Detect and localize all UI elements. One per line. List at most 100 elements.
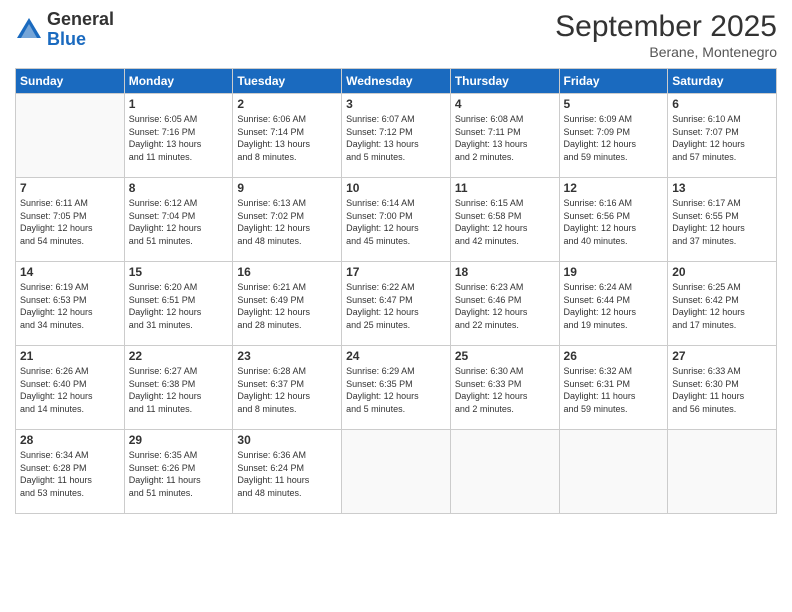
day-info: Sunrise: 6:24 AM Sunset: 6:44 PM Dayligh… [564, 281, 664, 331]
day-info: Sunrise: 6:05 AM Sunset: 7:16 PM Dayligh… [129, 113, 229, 163]
day-info: Sunrise: 6:26 AM Sunset: 6:40 PM Dayligh… [20, 365, 120, 415]
weekday-header-tuesday: Tuesday [233, 69, 342, 94]
day-number: 19 [564, 265, 664, 279]
day-number: 21 [20, 349, 120, 363]
calendar-cell: 13Sunrise: 6:17 AM Sunset: 6:55 PM Dayli… [668, 178, 777, 262]
calendar-cell: 15Sunrise: 6:20 AM Sunset: 6:51 PM Dayli… [124, 262, 233, 346]
day-info: Sunrise: 6:25 AM Sunset: 6:42 PM Dayligh… [672, 281, 772, 331]
day-number: 26 [564, 349, 664, 363]
calendar-cell: 6 Sunrise: 6:10 AM Sunset: 7:07 PM Daylig… [668, 94, 777, 178]
week-row-1: 1 Sunrise: 6:05 AM Sunset: 7:16 PM Daylig… [16, 94, 777, 178]
day-info: Sunrise: 6:19 AM Sunset: 6:53 PM Dayligh… [20, 281, 120, 331]
calendar-cell: 19 Sunrise: 6:24 AM Sunset: 6:44 PM Dayli… [559, 262, 668, 346]
day-number: 17 [346, 265, 446, 279]
day-number: 10 [346, 181, 446, 195]
calendar-cell: 9 Sunrise: 6:13 AM Sunset: 7:02 PM Daylig… [233, 178, 342, 262]
calendar-cell: 2 Sunrise: 6:06 AM Sunset: 7:14 PM Daylig… [233, 94, 342, 178]
calendar-header: SundayMondayTuesdayWednesdayThursdayFrid… [16, 69, 777, 94]
logo: General Blue [15, 10, 114, 50]
calendar-cell: 22Sunrise: 6:27 AM Sunset: 6:38 PM Dayli… [124, 346, 233, 430]
day-info: Sunrise: 6:23 AM Sunset: 6:46 PM Dayligh… [455, 281, 555, 331]
day-number: 9 [237, 181, 337, 195]
calendar-cell: 8 Sunrise: 6:12 AM Sunset: 7:04 PM Daylig… [124, 178, 233, 262]
day-number: 5 [564, 97, 664, 111]
calendar-cell [342, 430, 451, 514]
calendar-cell: 7Sunrise: 6:11 AM Sunset: 7:05 PM Daylig… [16, 178, 125, 262]
header: General Blue September 2025 Berane, Mont… [15, 10, 777, 60]
calendar-cell: 26 Sunrise: 6:32 AM Sunset: 6:31 PM Dayli… [559, 346, 668, 430]
day-number: 14 [20, 265, 120, 279]
calendar-cell [559, 430, 668, 514]
day-number: 23 [237, 349, 337, 363]
weekday-header-wednesday: Wednesday [342, 69, 451, 94]
calendar-cell: 16 Sunrise: 6:21 AM Sunset: 6:49 PM Dayli… [233, 262, 342, 346]
calendar-cell: 29 Sunrise: 6:35 AM Sunset: 6:26 PM Dayli… [124, 430, 233, 514]
title-block: September 2025 Berane, Montenegro [555, 10, 777, 60]
weekday-header-sunday: Sunday [16, 69, 125, 94]
day-number: 11 [455, 181, 555, 195]
day-number: 29 [129, 433, 229, 447]
weekday-header-thursday: Thursday [450, 69, 559, 94]
calendar-cell: 30 Sunrise: 6:36 AM Sunset: 6:24 PM Dayli… [233, 430, 342, 514]
day-number: 25 [455, 349, 555, 363]
calendar-cell [450, 430, 559, 514]
day-info: Sunrise: 6:12 AM Sunset: 7:04 PM Dayligh… [129, 197, 229, 247]
week-row-2: 7Sunrise: 6:11 AM Sunset: 7:05 PM Daylig… [16, 178, 777, 262]
calendar-cell: 12 Sunrise: 6:16 AM Sunset: 6:56 PM Dayli… [559, 178, 668, 262]
day-info: Sunrise: 6:07 AM Sunset: 7:12 PM Dayligh… [346, 113, 446, 163]
weekday-row: SundayMondayTuesdayWednesdayThursdayFrid… [16, 69, 777, 94]
calendar-cell: 28Sunrise: 6:34 AM Sunset: 6:28 PM Dayli… [16, 430, 125, 514]
day-info: Sunrise: 6:32 AM Sunset: 6:31 PM Dayligh… [564, 365, 664, 415]
day-number: 4 [455, 97, 555, 111]
title-location: Berane, Montenegro [555, 44, 777, 60]
day-info: Sunrise: 6:36 AM Sunset: 6:24 PM Dayligh… [237, 449, 337, 499]
weekday-header-monday: Monday [124, 69, 233, 94]
title-month: September 2025 [555, 10, 777, 44]
day-number: 18 [455, 265, 555, 279]
day-info: Sunrise: 6:11 AM Sunset: 7:05 PM Dayligh… [20, 197, 120, 247]
day-info: Sunrise: 6:22 AM Sunset: 6:47 PM Dayligh… [346, 281, 446, 331]
calendar-body: 1 Sunrise: 6:05 AM Sunset: 7:16 PM Daylig… [16, 94, 777, 514]
day-number: 20 [672, 265, 772, 279]
day-number: 1 [129, 97, 229, 111]
calendar-cell: 4 Sunrise: 6:08 AM Sunset: 7:11 PM Daylig… [450, 94, 559, 178]
week-row-5: 28Sunrise: 6:34 AM Sunset: 6:28 PM Dayli… [16, 430, 777, 514]
day-info: Sunrise: 6:06 AM Sunset: 7:14 PM Dayligh… [237, 113, 337, 163]
day-info: Sunrise: 6:29 AM Sunset: 6:35 PM Dayligh… [346, 365, 446, 415]
day-info: Sunrise: 6:21 AM Sunset: 6:49 PM Dayligh… [237, 281, 337, 331]
calendar-cell: 20 Sunrise: 6:25 AM Sunset: 6:42 PM Dayli… [668, 262, 777, 346]
day-info: Sunrise: 6:28 AM Sunset: 6:37 PM Dayligh… [237, 365, 337, 415]
day-info: Sunrise: 6:13 AM Sunset: 7:02 PM Dayligh… [237, 197, 337, 247]
day-info: Sunrise: 6:20 AM Sunset: 6:51 PM Dayligh… [129, 281, 229, 331]
day-info: Sunrise: 6:17 AM Sunset: 6:55 PM Dayligh… [672, 197, 772, 247]
day-number: 28 [20, 433, 120, 447]
calendar-cell: 5Sunrise: 6:09 AM Sunset: 7:09 PM Daylig… [559, 94, 668, 178]
page: General Blue September 2025 Berane, Mont… [0, 0, 792, 612]
calendar-cell: 24 Sunrise: 6:29 AM Sunset: 6:35 PM Dayli… [342, 346, 451, 430]
day-info: Sunrise: 6:16 AM Sunset: 6:56 PM Dayligh… [564, 197, 664, 247]
day-number: 12 [564, 181, 664, 195]
day-number: 16 [237, 265, 337, 279]
logo-text: General Blue [47, 10, 114, 50]
calendar-cell: 25 Sunrise: 6:30 AM Sunset: 6:33 PM Dayli… [450, 346, 559, 430]
day-number: 2 [237, 97, 337, 111]
day-info: Sunrise: 6:15 AM Sunset: 6:58 PM Dayligh… [455, 197, 555, 247]
calendar-cell [16, 94, 125, 178]
calendar-cell: 17 Sunrise: 6:22 AM Sunset: 6:47 PM Dayli… [342, 262, 451, 346]
calendar-cell: 3Sunrise: 6:07 AM Sunset: 7:12 PM Daylig… [342, 94, 451, 178]
day-info: Sunrise: 6:30 AM Sunset: 6:33 PM Dayligh… [455, 365, 555, 415]
calendar-cell: 23 Sunrise: 6:28 AM Sunset: 6:37 PM Dayli… [233, 346, 342, 430]
day-info: Sunrise: 6:35 AM Sunset: 6:26 PM Dayligh… [129, 449, 229, 499]
day-info: Sunrise: 6:08 AM Sunset: 7:11 PM Dayligh… [455, 113, 555, 163]
calendar-cell: 1 Sunrise: 6:05 AM Sunset: 7:16 PM Daylig… [124, 94, 233, 178]
day-info: Sunrise: 6:14 AM Sunset: 7:00 PM Dayligh… [346, 197, 446, 247]
day-number: 6 [672, 97, 772, 111]
day-number: 24 [346, 349, 446, 363]
day-number: 30 [237, 433, 337, 447]
day-number: 8 [129, 181, 229, 195]
weekday-header-saturday: Saturday [668, 69, 777, 94]
weekday-header-friday: Friday [559, 69, 668, 94]
calendar-cell [668, 430, 777, 514]
day-info: Sunrise: 6:10 AM Sunset: 7:07 PM Dayligh… [672, 113, 772, 163]
week-row-3: 14 Sunrise: 6:19 AM Sunset: 6:53 PM Dayli… [16, 262, 777, 346]
